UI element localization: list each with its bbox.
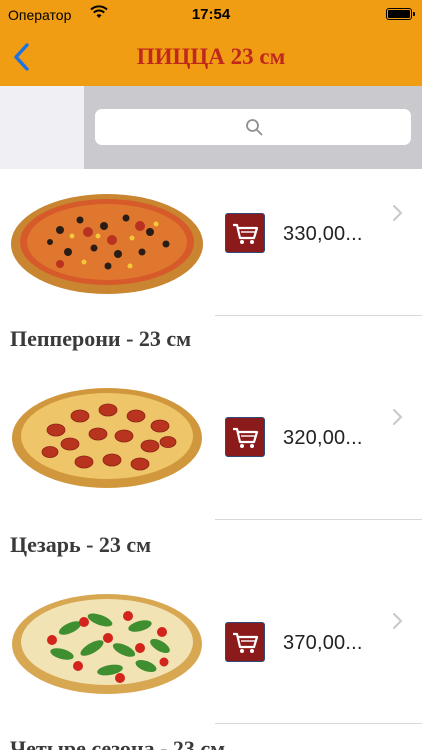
add-to-cart-button[interactable] — [225, 417, 265, 457]
search-icon — [246, 119, 263, 136]
list-item[interactable]: Пепперони - 23 см 320,00... — [0, 316, 422, 520]
search-input[interactable] — [95, 109, 411, 145]
item-title: Четыре сезона - 23 см — [10, 736, 226, 750]
item-price: 320,00... — [283, 427, 363, 449]
pizza-image — [0, 364, 215, 504]
status-bar: Оператор 17:54 — [0, 0, 422, 30]
cart-icon — [233, 223, 259, 244]
pizza-image — [0, 570, 215, 710]
search-bar — [84, 86, 422, 169]
cart-icon — [233, 632, 259, 653]
battery-icon — [386, 8, 415, 20]
navigation-bar: ПИЦЦА 23 см — [0, 30, 422, 86]
chevron-right-icon — [393, 613, 403, 629]
page-title: ПИЦЦА 23 см — [136, 44, 286, 69]
list-item[interactable]: 330,00... — [0, 180, 422, 316]
clock: 17:54 — [191, 6, 231, 23]
add-to-cart-button[interactable] — [225, 213, 265, 253]
item-price: 330,00... — [283, 223, 363, 245]
pizza-image — [0, 180, 215, 304]
chevron-right-icon — [393, 409, 403, 425]
item-title: Цезарь - 23 см — [10, 532, 152, 557]
list-item[interactable]: Цезарь - 23 см 370,00... — [0, 520, 422, 724]
search-side-panel — [0, 86, 84, 169]
cart-icon — [233, 427, 259, 448]
chevron-right-icon — [393, 205, 403, 221]
item-title: Пепперони - 23 см — [10, 326, 192, 351]
list-item[interactable]: Четыре сезона - 23 см — [0, 724, 422, 750]
item-price: 370,00... — [283, 632, 363, 654]
add-to-cart-button[interactable] — [225, 622, 265, 662]
